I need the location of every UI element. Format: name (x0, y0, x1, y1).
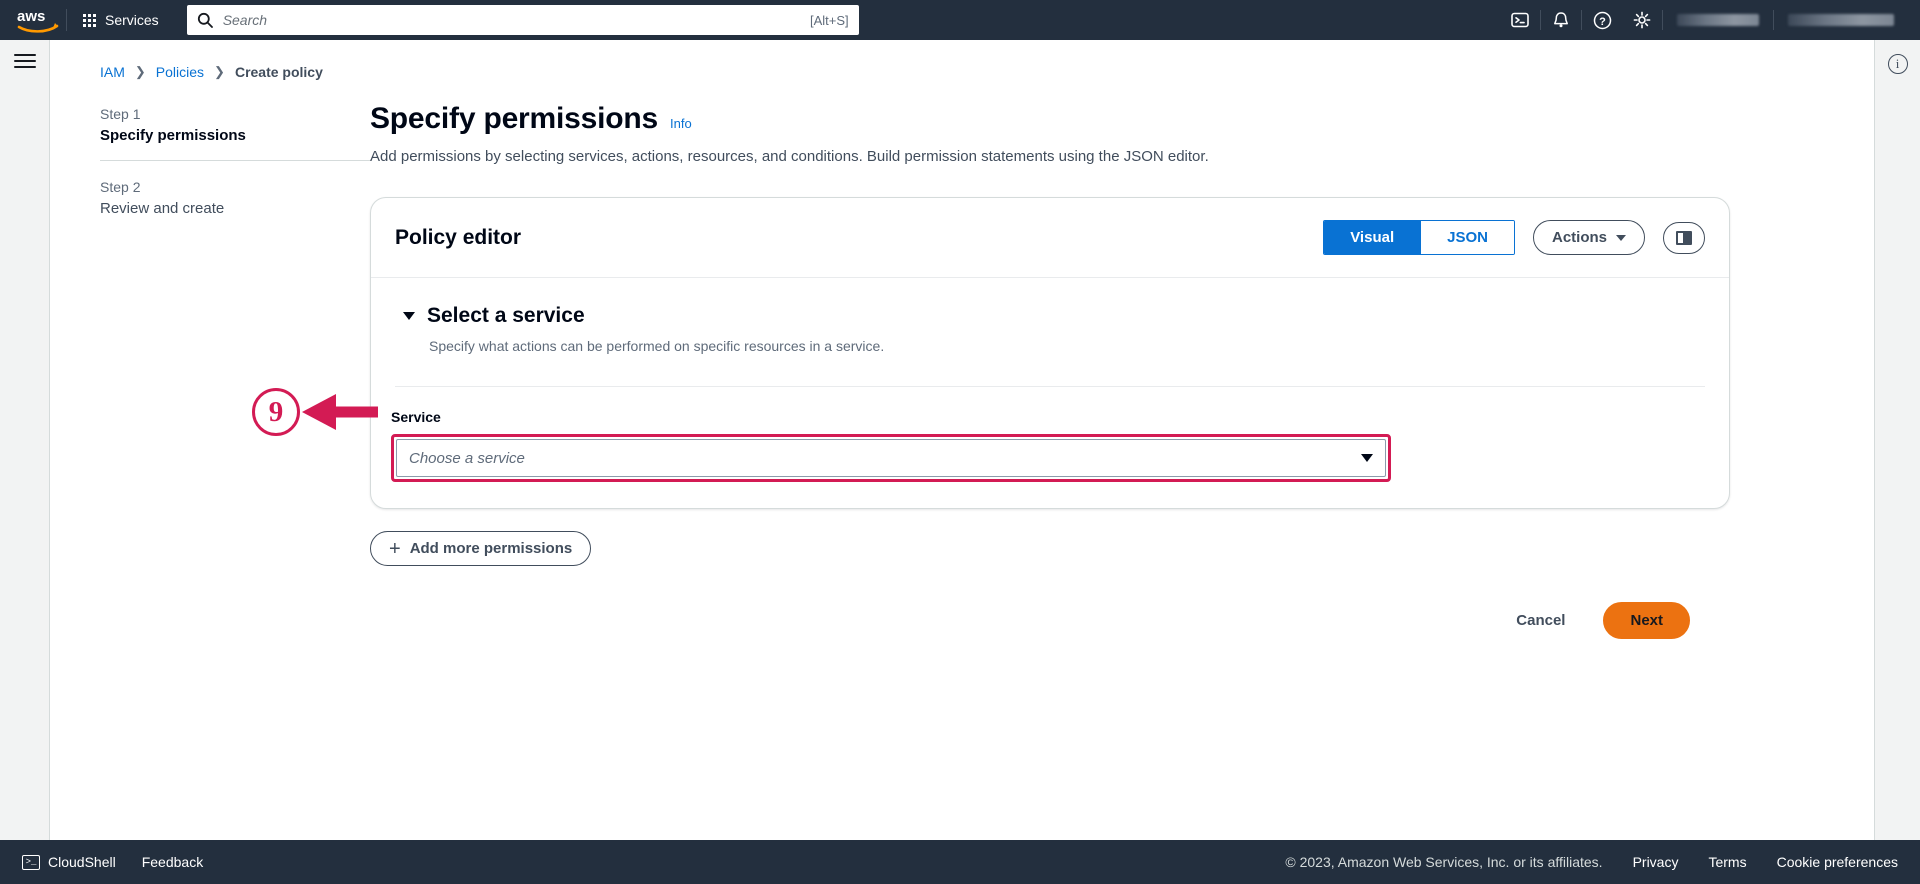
wizard-steps: Step 1 Specify permissions Step 2 Review… (50, 102, 370, 639)
left-rail (0, 40, 50, 840)
feedback-label: Feedback (141, 854, 204, 870)
service-select-highlight: Choose a service (391, 434, 1391, 482)
page-content: IAM ❯ Policies ❯ Create policy Step 1 Sp… (50, 40, 1874, 840)
svg-text:?: ? (1599, 16, 1606, 28)
top-navigation-bar: aws Services [Alt+S] (0, 0, 1920, 40)
privacy-link[interactable]: Privacy (1633, 854, 1679, 870)
policy-editor-tools: Visual JSON Actions (1323, 220, 1705, 255)
page-subtitle: Add permissions by selecting services, a… (370, 148, 1209, 165)
nav-separator (1662, 10, 1663, 30)
editor-mode-visual-button[interactable]: Visual (1324, 221, 1421, 254)
chevron-down-icon[interactable] (403, 312, 415, 320)
service-field-label: Service (391, 409, 441, 425)
cancel-button[interactable]: Cancel (1502, 604, 1579, 637)
terms-link[interactable]: Terms (1708, 854, 1746, 870)
page-title-row: Specify permissions Info (370, 102, 1730, 136)
cloudshell-button[interactable]: >_ CloudShell (22, 854, 116, 870)
breadcrumb-item-iam[interactable]: IAM (100, 64, 125, 80)
page-title: Specify permissions (370, 102, 658, 135)
select-service-heading: Select a service (427, 304, 585, 327)
policy-editor-container: Policy editor Visual JSON Actions Select… (370, 197, 1730, 509)
copyright-text: © 2023, Amazon Web Services, Inc. or its… (1285, 854, 1603, 870)
right-rail: i (1874, 40, 1920, 840)
select-service-section: Select a service Specify what actions ca… (371, 278, 1729, 364)
step-1-title: Specify permissions (100, 127, 246, 144)
body-grid: Step 1 Specify permissions Step 2 Review… (50, 80, 1874, 639)
chevron-right-icon: ❯ (134, 64, 146, 79)
services-label: Services (105, 12, 159, 28)
add-more-permissions-label: Add more permissions (409, 540, 573, 557)
region-menu-redacted[interactable] (1788, 14, 1894, 26)
cloudshell-label: CloudShell (48, 854, 116, 870)
grid-icon (83, 13, 96, 27)
cloudshell-icon[interactable] (1500, 0, 1540, 40)
step-1-number: Step 1 (100, 106, 141, 122)
account-menu-redacted[interactable] (1677, 14, 1759, 26)
next-button[interactable]: Next (1603, 602, 1690, 639)
settings-gear-icon[interactable] (1622, 0, 1662, 40)
service-select-placeholder: Choose a service (409, 449, 525, 467)
global-search-box[interactable]: [Alt+S] (186, 5, 859, 35)
footer-bar: >_ CloudShell Feedback © 2023, Amazon We… (0, 840, 1920, 884)
form-actions: Cancel Next (370, 602, 1730, 639)
chevron-down-icon (1616, 234, 1626, 241)
editor-mode-toggle: Visual JSON (1323, 220, 1515, 255)
step-2-title: Review and create (100, 200, 225, 217)
feedback-button[interactable]: Feedback (142, 854, 203, 870)
info-panel-icon[interactable]: i (1887, 54, 1908, 74)
search-input[interactable] (220, 11, 803, 29)
chevron-right-icon: ❯ (214, 64, 225, 79)
notifications-bell-icon[interactable] (1541, 0, 1581, 40)
breadcrumb-item-policies[interactable]: Policies (156, 64, 204, 80)
service-select[interactable]: Choose a service (396, 439, 1386, 477)
main-content: Specify permissions Info Add permissions… (370, 102, 1770, 639)
panel-layout-icon (1676, 230, 1692, 245)
services-menu-button[interactable]: Services (71, 5, 171, 35)
search-shortcut-hint: [Alt+S] (810, 12, 849, 28)
actions-label: Actions (1551, 229, 1607, 246)
select-service-header: Select a service (403, 304, 1705, 328)
cookie-preferences-link[interactable]: Cookie preferences (1777, 854, 1898, 870)
wizard-step-1[interactable]: Step 1 Specify permissions (100, 106, 370, 160)
policy-editor-header: Policy editor Visual JSON Actions (371, 198, 1729, 278)
cloudshell-icon: >_ (22, 854, 40, 870)
service-field: Service Choose a service (371, 387, 1729, 508)
breadcrumb: IAM ❯ Policies ❯ Create policy (50, 40, 1874, 80)
nav-divider (66, 9, 67, 31)
step-2-number: Step 2 (100, 179, 141, 195)
svg-text:aws: aws (17, 8, 45, 25)
chevron-down-icon (1361, 454, 1373, 462)
hamburger-menu-icon[interactable] (13, 54, 36, 840)
aws-logo[interactable]: aws (0, 7, 62, 33)
top-nav-right-cluster: ? (1500, 0, 1908, 40)
split-panel-toggle-button[interactable] (1663, 221, 1705, 254)
footer-right: © 2023, Amazon Web Services, Inc. or its… (1285, 854, 1898, 870)
wizard-step-2[interactable]: Step 2 Review and create (100, 160, 370, 233)
help-icon[interactable]: ? (1582, 0, 1622, 40)
nav-separator (1773, 10, 1774, 30)
footer-left: >_ CloudShell Feedback (22, 854, 203, 870)
select-service-description: Specify what actions can be performed on… (429, 338, 885, 354)
policy-editor-title: Policy editor (395, 225, 522, 249)
page-info-link[interactable]: Info (670, 116, 692, 131)
search-icon (197, 12, 213, 28)
breadcrumb-item-create-policy: Create policy (234, 64, 323, 80)
actions-dropdown-button[interactable]: Actions (1532, 220, 1645, 255)
add-more-permissions-button[interactable]: + Add more permissions (370, 531, 592, 566)
plus-icon: + (389, 537, 401, 560)
editor-mode-json-button[interactable]: JSON (1420, 221, 1514, 254)
